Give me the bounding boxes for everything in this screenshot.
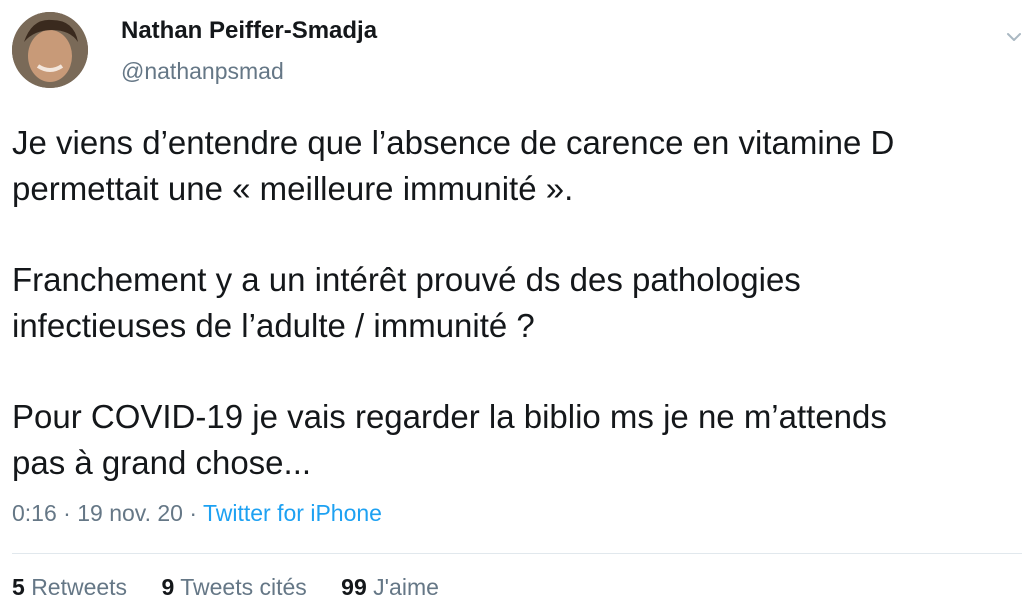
divider — [12, 553, 1022, 554]
meta-separator: · — [189, 500, 197, 526]
avatar[interactable] — [12, 12, 88, 88]
author-name[interactable]: Nathan Peiffer-Smadja — [121, 17, 377, 45]
tweet-time[interactable]: 0:16 — [12, 500, 57, 526]
tweet-line: Pour COVID-19 je vais regarder la biblio… — [12, 398, 887, 435]
tweet-paragraph: Franchement y a un intérêt prouvé ds des… — [12, 257, 1022, 349]
likes-stat[interactable]: 99 J'aime — [341, 574, 439, 601]
chevron-down-icon[interactable] — [1003, 26, 1025, 48]
tweet-meta: 0:16 · 19 nov. 20 · Twitter for iPhone — [12, 500, 382, 527]
tweet-paragraph: Pour COVID-19 je vais regarder la biblio… — [12, 394, 1022, 486]
quote-tweets-count: 9 — [161, 574, 175, 600]
retweets-count: 5 — [12, 574, 25, 600]
author-handle[interactable]: @nathanpsmad — [121, 58, 284, 85]
tweet-text: Je viens d’entendre que l’absence de car… — [12, 120, 1022, 486]
tweet-paragraph: Je viens d’entendre que l’absence de car… — [12, 120, 1022, 212]
tweet-line: Je viens d’entendre que l’absence de car… — [12, 124, 895, 161]
tweet-line: permettait une « meilleure immunité ». — [12, 170, 574, 207]
retweets-label: Retweets — [31, 574, 128, 600]
quote-tweets-label: Tweets cités — [180, 574, 307, 600]
tweet-line: Franchement y a un intérêt prouvé ds des… — [12, 261, 801, 298]
quote-tweets-stat[interactable]: 9 Tweets cités — [161, 574, 306, 601]
tweet-stats: 5 Retweets 9 Tweets cités 99 J'aime — [12, 574, 467, 601]
tweet-header: Nathan Peiffer-Smadja @nathanpsmad — [0, 0, 1033, 100]
meta-separator: · — [63, 500, 71, 526]
likes-count: 99 — [341, 574, 367, 600]
tweet-date[interactable]: 19 nov. 20 — [77, 500, 183, 526]
tweet-source-link[interactable]: Twitter for iPhone — [203, 500, 382, 526]
tweet-line: pas à grand chose... — [12, 444, 312, 481]
likes-label: J'aime — [373, 574, 439, 600]
retweets-stat[interactable]: 5 Retweets — [12, 574, 127, 601]
tweet-line: infectieuses de l’adulte / immunité ? — [12, 307, 535, 344]
